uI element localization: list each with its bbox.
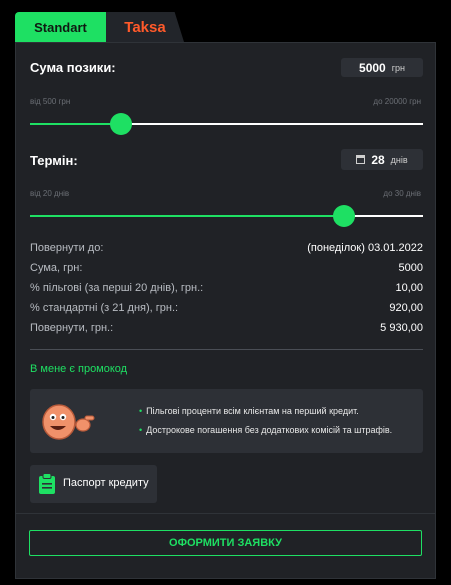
loan-max-label: до 20000 грн: [373, 97, 421, 106]
summary-value: 5 930,00: [380, 322, 423, 334]
term-min-label: від 20 днів: [30, 189, 70, 198]
tab-standart[interactable]: Standart: [15, 12, 106, 42]
summary-value: (понеділок) 03.01.2022: [307, 242, 423, 254]
summary-label: % пільгові (за перші 20 днів), грн.:: [30, 282, 204, 294]
loan-amount-value: 5000: [359, 60, 386, 75]
summary-value: 920,00: [389, 302, 423, 314]
summary-row-total-return: Повернути, грн.: 5 930,00: [30, 322, 423, 340]
summary-value: 5000: [398, 262, 423, 274]
summary-row-preferential-interest: % пільгові (за перші 20 днів), грн.: 10,…: [30, 282, 423, 300]
benefit-item: • Дострокове погашення без додаткових ком…: [139, 425, 393, 435]
term-slider-fill: [30, 215, 344, 217]
summary-value: 10,00: [395, 282, 423, 294]
loan-passport-button[interactable]: Паспорт кредиту: [30, 465, 157, 503]
loan-min-label: від 500 грн: [30, 97, 71, 106]
loan-slider-fill: [30, 123, 121, 125]
term-unit: днів: [390, 154, 408, 165]
term-value: 28: [371, 152, 385, 167]
loan-amount-slider[interactable]: [30, 113, 423, 135]
term-slider[interactable]: [30, 205, 423, 227]
promo-code-link[interactable]: В мене є промокод: [30, 363, 127, 375]
loan-passport-label: Паспорт кредиту: [63, 477, 149, 489]
summary-label: Повернути до:: [30, 242, 104, 254]
benefit-item: • Пільгові проценти всім клієнтам на перш…: [139, 406, 359, 416]
summary-row-standard-interest: % стандартні (з 21 дня), грн.: 920,00: [30, 302, 423, 320]
summary-row-return-date: Повернути до: (понеділок) 03.01.2022: [30, 242, 423, 260]
term-slider-thumb[interactable]: [333, 205, 355, 227]
summary-label: % стандартні (з 21 дня), грн.:: [30, 302, 179, 314]
summary-divider: [30, 349, 423, 350]
term-value-box[interactable]: 28 днів: [341, 149, 423, 170]
loan-calculator-panel: Сума позики: 5000 грн від 500 грн до 200…: [15, 42, 436, 579]
calendar-icon: [356, 155, 366, 164]
summary-label: Сума, грн:: [30, 262, 83, 274]
loan-amount-label: Сума позики:: [30, 60, 116, 75]
submit-application-button[interactable]: ОФОРМИТИ ЗАЯВКУ: [29, 530, 422, 556]
loan-amount-unit: грн: [391, 62, 405, 73]
mascot-icon: [42, 404, 95, 440]
tab-taksa[interactable]: Taksa: [106, 12, 184, 42]
term-label: Термін:: [30, 153, 78, 168]
product-tabs: Standart Taksa: [15, 12, 184, 42]
loan-amount-value-box[interactable]: 5000 грн: [341, 58, 423, 77]
footer-divider: [16, 513, 435, 514]
benefits-box: • Пільгові проценти всім клієнтам на перш…: [30, 389, 423, 453]
summary-row-amount: Сума, грн: 5000: [30, 262, 423, 280]
loan-slider-thumb[interactable]: [110, 113, 132, 135]
clipboard-icon: [39, 473, 55, 494]
term-max-label: до 30 днів: [383, 189, 421, 198]
summary-label: Повернути, грн.:: [30, 322, 114, 334]
